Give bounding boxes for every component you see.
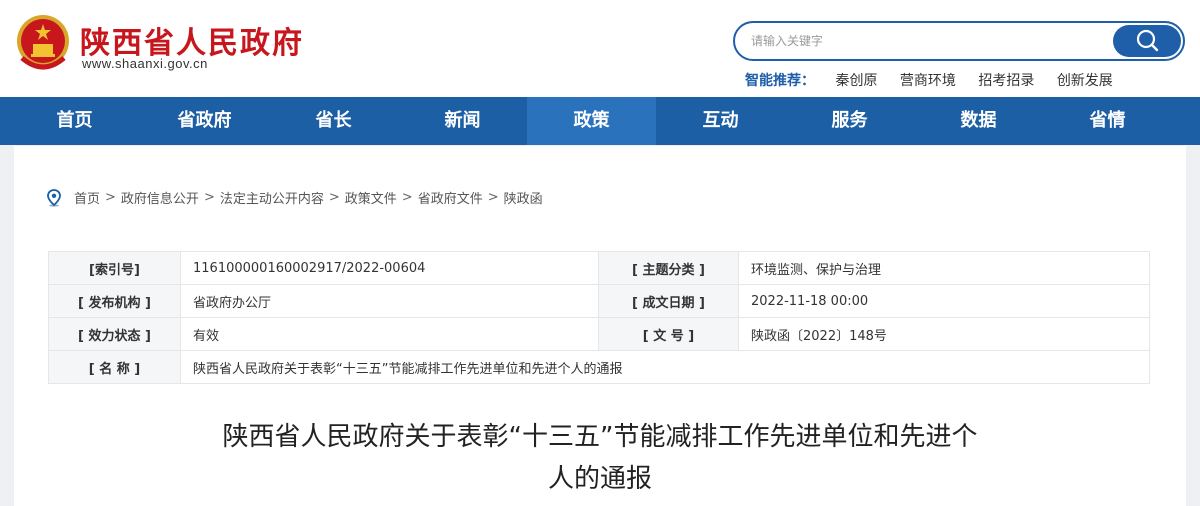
- topic-label: [ 主题分类 ]: [598, 251, 739, 285]
- breadcrumb-separator: >: [328, 190, 340, 205]
- site-url[interactable]: www.shaanxi.gov.cn: [82, 56, 208, 71]
- recommend-link[interactable]: 招考招录: [978, 73, 1034, 89]
- main-nav: 首页 省政府 省长 新闻 政策 互动 服务 数据 省情: [0, 97, 1200, 145]
- docno-label: [ 文 号 ]: [598, 317, 739, 351]
- breadcrumb-separator: >: [105, 190, 116, 205]
- breadcrumb-gov-info[interactable]: 政府信息公开: [121, 188, 199, 207]
- nav-item-province-gov[interactable]: 省政府: [140, 97, 269, 145]
- status-value: 有效: [180, 317, 599, 351]
- docno-value: 陕政函〔2022〕148号: [738, 317, 1150, 351]
- status-label: [ 效力状态 ]: [48, 317, 181, 351]
- search-icon: [1136, 29, 1159, 52]
- recommend-link[interactable]: 创新发展: [1057, 73, 1113, 89]
- table-row: [ 效力状态 ] 有效 [ 文 号 ] 陕政函〔2022〕148号: [48, 317, 1150, 351]
- date-label: [ 成文日期 ]: [598, 284, 739, 318]
- document-title: 陕西省人民政府关于表彰“十三五”节能减排工作先进单位和先进个 人的通报: [100, 416, 1100, 500]
- org-label: [ 发布机构 ]: [48, 284, 181, 318]
- recommend-link[interactable]: 秦创原: [835, 73, 877, 89]
- nav-item-governor[interactable]: 省长: [269, 97, 398, 145]
- document-title-line2: 人的通报: [547, 464, 652, 494]
- breadcrumb-home[interactable]: 首页: [74, 188, 100, 207]
- breadcrumb-mandatory-disclosure[interactable]: 法定主动公开内容: [220, 188, 324, 207]
- document-title-line1: 陕西省人民政府关于表彰“十三五”节能减排工作先进单位和先进个: [222, 422, 978, 452]
- search-button[interactable]: [1113, 25, 1181, 57]
- recommend-link[interactable]: 营商环境: [900, 73, 956, 89]
- nav-item-services[interactable]: 服务: [785, 97, 914, 145]
- date-value: 2022-11-18 00:00: [738, 284, 1150, 318]
- breadcrumb: 首页 > 政府信息公开 > 法定主动公开内容 > 政策文件 > 省政府文件 > …: [46, 188, 543, 207]
- table-row: [ 发布机构 ] 省政府办公厅 [ 成文日期 ] 2022-11-18 00:0…: [48, 284, 1150, 318]
- breadcrumb-policy-docs[interactable]: 政策文件: [345, 188, 397, 207]
- nav-item-home[interactable]: 首页: [10, 97, 139, 145]
- nav-item-policy[interactable]: 政策: [527, 97, 656, 145]
- table-row: [索引号] 11610000016000291​7/2022-00604 [ 主…: [48, 251, 1150, 285]
- name-label: [ 名 称 ]: [48, 350, 181, 384]
- breadcrumb-separator: >: [487, 190, 499, 205]
- smart-recommend-label: 智能推荐：: [745, 73, 815, 89]
- nav-item-news[interactable]: 新闻: [398, 97, 527, 145]
- breadcrumb-province-docs[interactable]: 省政府文件: [418, 188, 483, 207]
- location-pin-icon: [47, 188, 61, 206]
- org-value: 省政府办公厅: [180, 284, 599, 318]
- index-value: 11610000016000291​7/2022-00604: [180, 251, 599, 285]
- site-header: 陕西省人民政府 www.shaanxi.gov.cn 智能推荐： 秦创原 营商环…: [0, 0, 1200, 97]
- smart-recommend: 智能推荐： 秦创原 营商环境 招考招录 创新发展: [745, 70, 1131, 90]
- nav-item-province-info[interactable]: 省情: [1043, 97, 1172, 145]
- breadcrumb-current[interactable]: 陕政函: [504, 188, 543, 207]
- breadcrumb-separator: >: [203, 190, 215, 205]
- national-emblem-icon[interactable]: [14, 14, 72, 72]
- search-box: [733, 21, 1185, 61]
- nav-item-interaction[interactable]: 互动: [656, 97, 785, 145]
- name-value: 陕西省人民政府关于表彰“十三五”节能减排工作先进单位和先进个人的通报: [180, 350, 1150, 384]
- topic-value: 环境监测、保护与治理: [738, 251, 1150, 285]
- table-row: [ 名 称 ] 陕西省人民政府关于表彰“十三五”节能减排工作先进单位和先进个人的…: [48, 350, 1150, 384]
- nav-item-data[interactable]: 数据: [914, 97, 1043, 145]
- document-info-table: [索引号] 11610000016000291​7/2022-00604 [ 主…: [48, 251, 1150, 384]
- breadcrumb-separator: >: [401, 190, 413, 205]
- search-input[interactable]: [751, 31, 1111, 51]
- index-label: [索引号]: [48, 251, 181, 285]
